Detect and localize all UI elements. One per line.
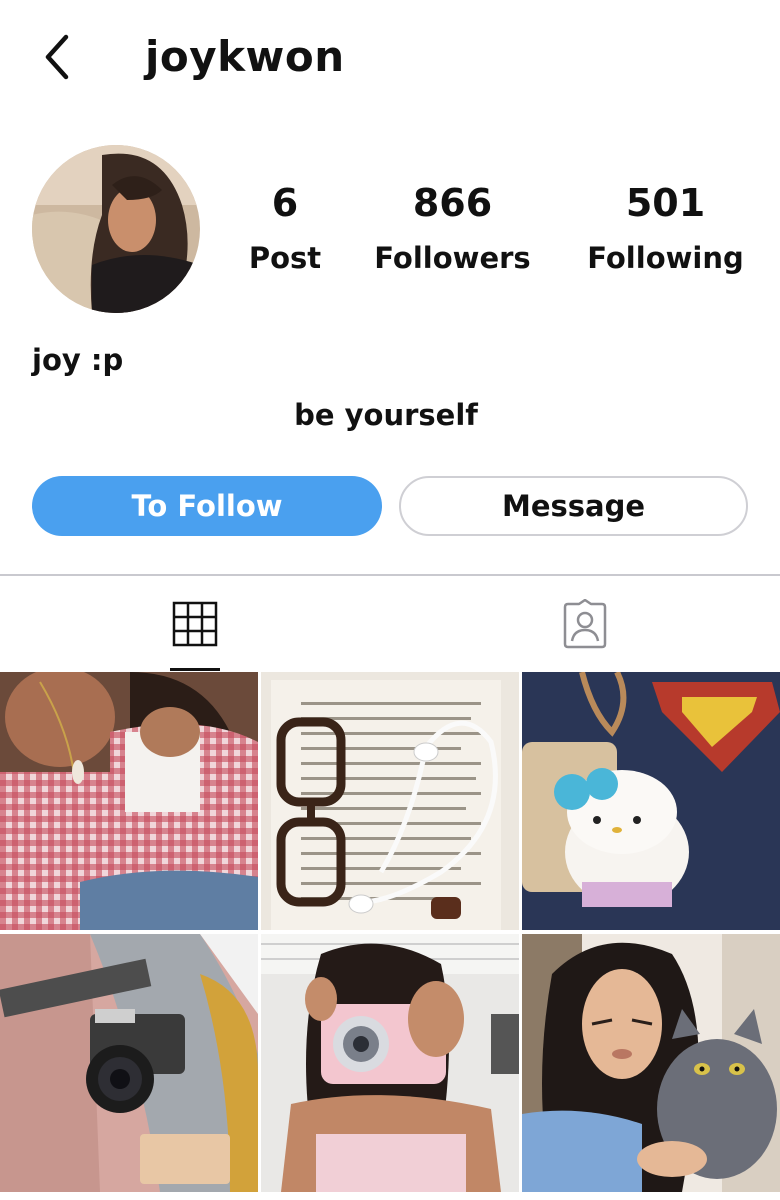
post-thumbnail[interactable]: [261, 934, 519, 1192]
profile-header: joykwon: [0, 0, 780, 115]
profile-username: joykwon: [145, 32, 345, 81]
follow-button[interactable]: To Follow: [32, 476, 382, 536]
display-name: joy :p: [32, 343, 124, 377]
stat-followers-count: 866: [412, 181, 493, 225]
tab-posts-grid[interactable]: [145, 576, 245, 671]
stat-following-count: 501: [625, 181, 706, 225]
post-thumbnail[interactable]: [261, 672, 519, 930]
stat-posts-count: 6: [271, 181, 299, 225]
avatar[interactable]: [32, 145, 200, 313]
stat-following-label: Following: [587, 241, 744, 275]
post-thumbnail[interactable]: [522, 934, 780, 1192]
posts-grid: [0, 672, 780, 1200]
message-button[interactable]: Message: [399, 476, 748, 536]
stat-posts[interactable]: 6 Post: [235, 180, 335, 278]
bio-text: be yourself: [294, 398, 478, 432]
post-thumbnail[interactable]: [0, 672, 258, 930]
tagged-person-icon: [563, 598, 607, 648]
back-button[interactable]: [34, 30, 80, 84]
stat-followers-label: Followers: [374, 241, 531, 275]
post-thumbnail[interactable]: [0, 934, 258, 1192]
active-tab-indicator: [170, 668, 220, 671]
stat-following[interactable]: 501 Following: [578, 180, 753, 278]
tab-tagged[interactable]: [535, 576, 635, 671]
stat-followers[interactable]: 866 Followers: [360, 180, 545, 278]
grid-icon: [172, 601, 218, 646]
stat-posts-label: Post: [248, 241, 322, 275]
post-thumbnail[interactable]: [522, 672, 780, 930]
content-tabs: [0, 576, 780, 671]
chevron-left-icon: [45, 34, 69, 80]
